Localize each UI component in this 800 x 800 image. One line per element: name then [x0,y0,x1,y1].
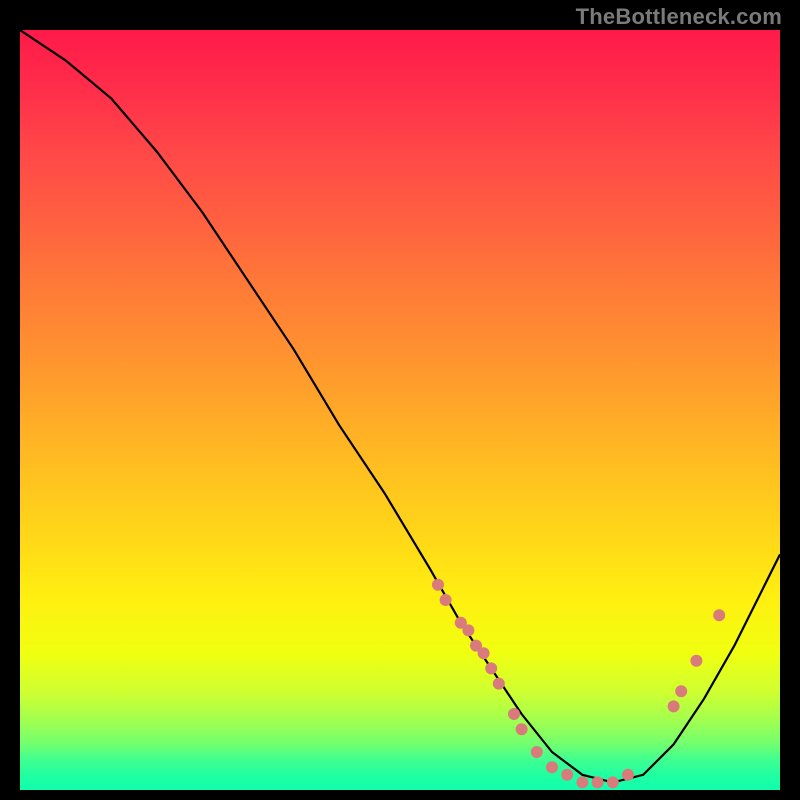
chart-background-gradient [20,30,780,790]
watermark-text: TheBottleneck.com [576,4,782,30]
chart-container: TheBottleneck.com [0,0,800,800]
